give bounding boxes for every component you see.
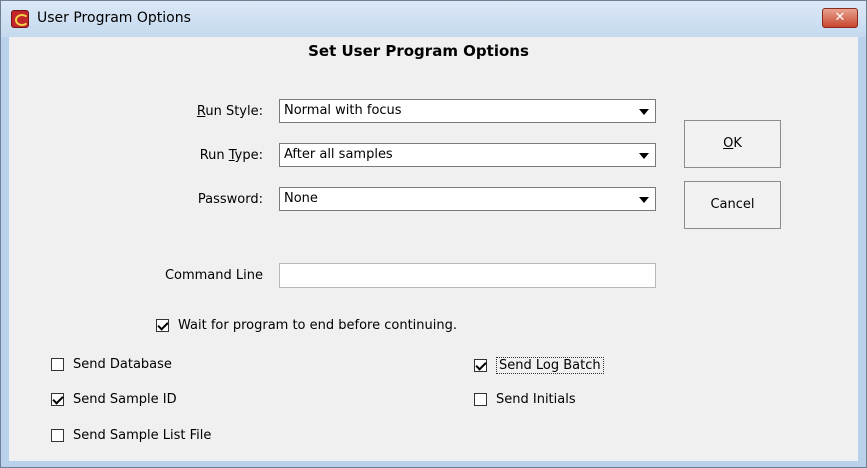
run-style-select[interactable]: Normal with focus: [279, 99, 656, 123]
chevron-down-icon[interactable]: [635, 102, 653, 120]
run-type-label: Run Type:: [199, 148, 263, 163]
wait-for-program-label: Wait for program to end before continuin…: [178, 318, 457, 333]
password-value: None: [284, 191, 318, 206]
password-label: Password:: [197, 192, 263, 207]
checkbox-checked-icon[interactable]: [156, 319, 169, 332]
window-title: User Program Options: [37, 10, 191, 26]
dialog-window: User Program Options ✕ Set User Program …: [0, 0, 867, 468]
send-sample-id-label: Send Sample ID: [73, 392, 177, 407]
send-sample-list-file-checkbox[interactable]: Send Sample List File: [51, 428, 211, 443]
run-style-label: Run Style:: [196, 104, 263, 119]
chevron-down-icon[interactable]: [635, 190, 653, 208]
send-log-batch-label: Send Log Batch: [496, 357, 604, 374]
app-logo-icon: [11, 10, 29, 28]
checkbox-unchecked-icon[interactable]: [51, 429, 64, 442]
title-bar[interactable]: User Program Options ✕: [1, 1, 866, 37]
send-initials-label: Send Initials: [496, 392, 576, 407]
run-type-value: After all samples: [284, 147, 393, 162]
chevron-down-icon[interactable]: [635, 146, 653, 164]
send-sample-list-file-label: Send Sample List File: [73, 428, 212, 443]
checkbox-unchecked-icon[interactable]: [474, 393, 487, 406]
send-sample-id-checkbox[interactable]: Send Sample ID: [51, 392, 177, 407]
command-line-input[interactable]: [279, 263, 656, 288]
send-initials-checkbox[interactable]: Send Initials: [474, 392, 576, 407]
close-button[interactable]: ✕: [822, 8, 858, 28]
run-style-value: Normal with focus: [284, 103, 402, 118]
send-log-batch-checkbox[interactable]: Send Log Batch: [474, 357, 604, 374]
send-database-checkbox[interactable]: Send Database: [51, 357, 172, 372]
wait-for-program-checkbox[interactable]: Wait for program to end before continuin…: [156, 318, 457, 333]
run-type-select[interactable]: After all samples: [279, 143, 656, 167]
checkbox-unchecked-icon[interactable]: [51, 358, 64, 371]
password-select[interactable]: None: [279, 187, 656, 211]
ok-button[interactable]: OK: [684, 120, 781, 168]
dialog-heading: Set User Program Options: [308, 42, 529, 60]
command-line-label: Command Line: [164, 268, 263, 283]
checkbox-checked-icon[interactable]: [51, 393, 64, 406]
send-database-label: Send Database: [73, 357, 172, 372]
checkbox-checked-icon[interactable]: [474, 359, 487, 372]
close-icon: ✕: [834, 10, 846, 25]
cancel-button[interactable]: Cancel: [684, 181, 781, 229]
